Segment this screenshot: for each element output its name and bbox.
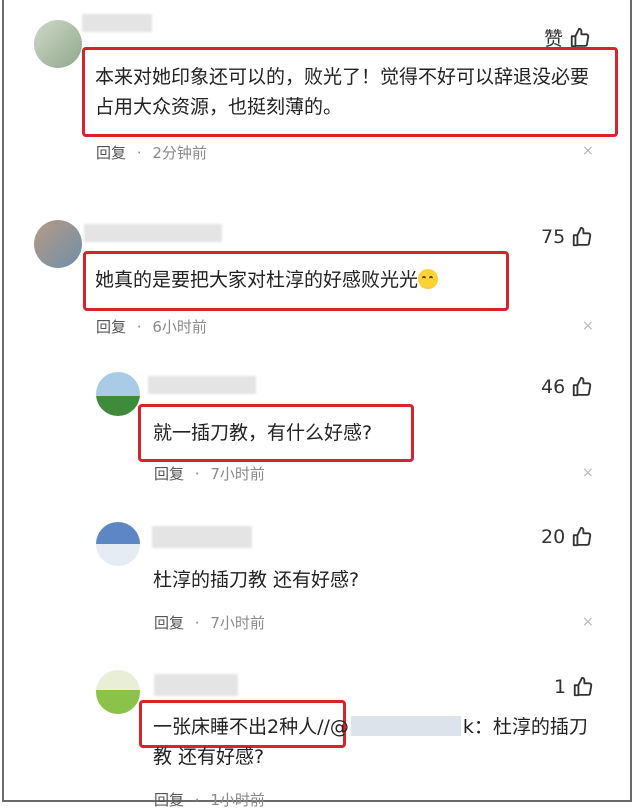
comment-meta: 回复 · 2分钟前 [96,142,207,163]
avatar[interactable] [34,220,82,268]
comment-meta: 回复 · 7小时前 [154,612,265,633]
timestamp: 2分钟前 [152,144,207,162]
mention-blurred[interactable] [350,716,461,736]
avatar[interactable] [34,20,82,68]
timestamp: 7小时前 [210,465,265,483]
comment-text-line2: 教 还有好感? [153,746,265,768]
like-count: 75 [541,226,566,248]
separator: · [136,144,142,162]
username-blurred [154,674,238,696]
thumbs-up-icon [573,676,593,697]
laughing-emoji-icon [418,269,439,289]
comment-meta: 回复 · 6小时前 [96,316,207,337]
comment-meta: 回复 · 1小时前 [154,789,265,810]
avatar[interactable] [96,372,140,416]
close-icon[interactable]: × [582,143,594,159]
comment-text-rest: k：杜淳的插刀 [462,716,588,738]
username-blurred [152,526,252,548]
thumbs-up-icon [573,526,592,547]
comment-text-content: 她真的是要把大家对杜淳的好感败光光 [95,269,419,291]
mention-at[interactable]: @ [330,716,349,738]
separator: · [194,614,200,632]
separator: · [194,791,200,809]
timestamp: 1小时前 [210,791,265,809]
username-blurred [84,224,222,242]
comment-text: 杜淳的插刀教 还有好感? [153,569,360,591]
comment-text-quote: 一张床睡不出2种人// [153,716,330,738]
reply-button[interactable]: 回复 [154,465,184,483]
like-count: 20 [541,526,566,548]
separator: · [136,318,142,336]
avatar[interactable] [96,670,140,714]
close-icon[interactable]: × [582,465,594,481]
close-icon[interactable]: × [582,318,594,334]
separator: · [194,465,200,483]
reply-button[interactable]: 回复 [154,614,184,632]
timestamp: 7小时前 [210,614,265,632]
comment-text: 一张床睡不出2种人//@ k：杜淳的插刀 [153,712,603,742]
comment-text: 她真的是要把大家对杜淳的好感败光光 [95,265,495,295]
reply-button[interactable]: 回复 [154,791,184,809]
like-button[interactable]: 20 [541,526,593,548]
comment-text: 就一插刀教，有什么好感? [153,422,373,444]
close-icon[interactable]: × [582,614,594,630]
reply-button[interactable]: 回复 [96,144,126,162]
like-button[interactable]: 75 [541,226,593,248]
like-button[interactable]: 1 [554,676,594,698]
like-count: 46 [541,376,566,398]
username-blurred [82,14,152,32]
like-count: 1 [554,676,567,698]
like-button[interactable]: 46 [541,376,593,398]
thumbs-up-icon [573,376,592,397]
username-blurred [148,376,256,394]
thumbs-up-icon [573,226,592,247]
avatar[interactable] [96,522,140,566]
comment-text: 本来对她印象还可以的，败光了！觉得不好可以辞退没必要占用大众资源，也挺刻薄的。 [95,66,590,118]
reply-button[interactable]: 回复 [96,318,126,336]
thumbs-up-icon [570,27,590,47]
comment-meta: 回复 · 7小时前 [154,463,265,484]
timestamp: 6小时前 [152,318,207,336]
